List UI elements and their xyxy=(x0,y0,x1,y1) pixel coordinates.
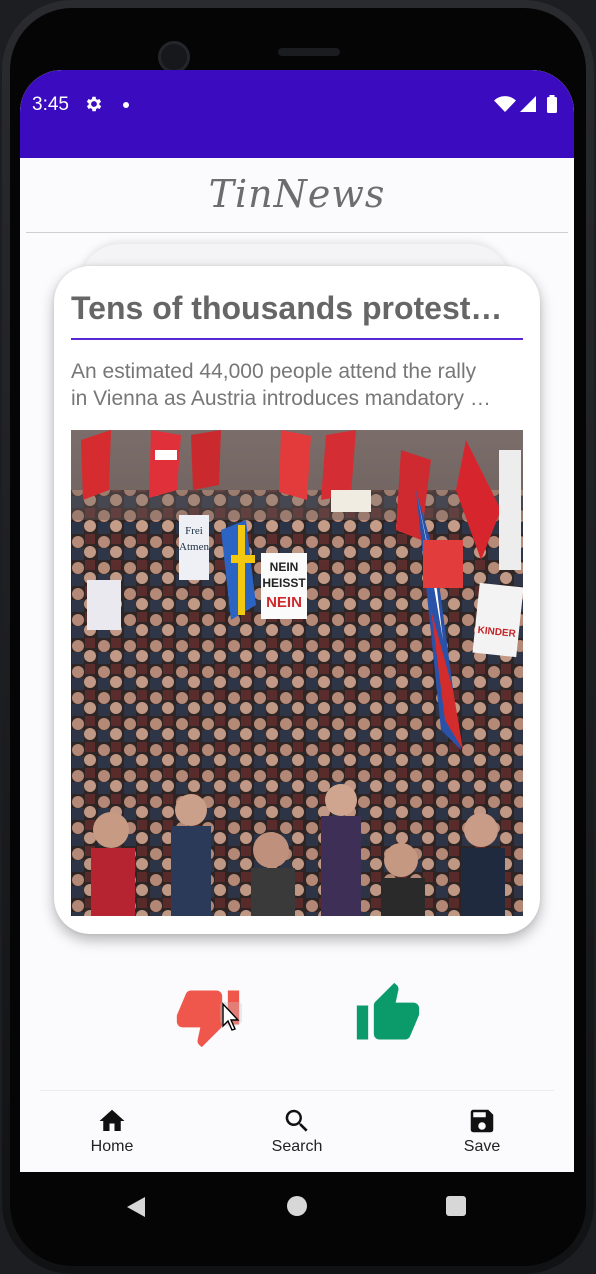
home-icon xyxy=(99,1109,125,1131)
bottom-nav-divider xyxy=(40,1090,554,1091)
sign-text-3: NEIN xyxy=(266,594,302,611)
nav-home-label: Home xyxy=(90,1138,134,1155)
description-line-1: An estimated 44,000 people attend the ra… xyxy=(71,360,477,383)
bottom-navigation: Home Search Save xyxy=(20,1100,574,1172)
status-bar: 3:45 xyxy=(20,70,574,158)
nav-home[interactable]: Home xyxy=(52,1100,172,1156)
notification-dot xyxy=(123,102,129,108)
gear-icon xyxy=(86,96,102,112)
nav-search-label: Search xyxy=(271,1138,323,1155)
battery-icon xyxy=(547,97,557,113)
earpiece-speaker xyxy=(278,48,340,56)
system-nav-bar xyxy=(20,1172,574,1240)
news-image: NEIN HEISST NEIN Frei Atmen KINDER xyxy=(71,430,523,916)
system-status-icons xyxy=(494,95,557,113)
front-camera xyxy=(158,41,190,73)
protest-crowd-image: NEIN HEISST NEIN Frei Atmen KINDER xyxy=(71,430,523,916)
nav-save[interactable]: Save xyxy=(422,1100,542,1156)
recent-apps-icon[interactable] xyxy=(446,1196,466,1216)
status-time: 3:45 xyxy=(32,94,69,115)
vote-actions xyxy=(20,970,574,1060)
sign-text-2: HEISST xyxy=(262,576,306,590)
save-icon xyxy=(470,1109,494,1133)
news-description: An estimated 44,000 people attend the ra… xyxy=(71,358,523,412)
title-underline xyxy=(71,338,523,340)
app-bar-divider xyxy=(26,232,568,233)
news-card[interactable]: Tens of thousands protest… An estimated … xyxy=(54,266,540,934)
app-bar: TinNews xyxy=(20,158,574,232)
news-title: Tens of thousands protest… xyxy=(71,290,503,326)
sign-text-1: NEIN xyxy=(270,560,299,574)
app-title: TinNews xyxy=(208,172,386,216)
sign-text-4: Frei xyxy=(185,525,203,537)
wifi-icon xyxy=(494,96,516,112)
description-line-2: in Vienna as Austria introduces mandator… xyxy=(71,387,491,410)
search-icon xyxy=(285,1109,308,1132)
app-screen: 3:45 TinNews Tens of thousands protest… … xyxy=(20,70,574,1172)
mouse-pointer-icon xyxy=(220,1002,242,1031)
home-button-icon[interactable] xyxy=(287,1196,307,1216)
nav-search[interactable]: Search xyxy=(237,1100,357,1156)
sign-text-5: Atmen xyxy=(179,541,209,553)
thumb-up-icon[interactable] xyxy=(350,980,426,1048)
nav-save-label: Save xyxy=(463,1138,501,1155)
back-icon[interactable] xyxy=(125,1196,147,1218)
signal-icon xyxy=(520,96,536,112)
